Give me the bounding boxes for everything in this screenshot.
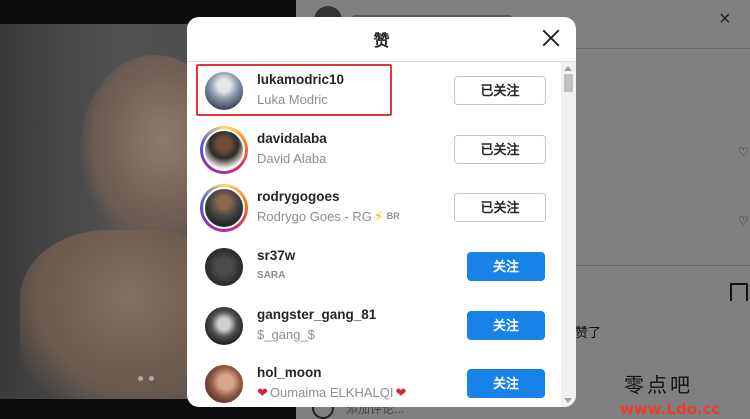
dialog-header: 赞 <box>187 17 576 62</box>
following-button[interactable]: 已关注 <box>454 193 546 222</box>
full-name: $_gang_$ <box>257 327 315 342</box>
list-item[interactable]: lukamodric10 Luka Modric 已关注 <box>187 62 561 120</box>
username[interactable]: lukamodric10 <box>257 71 344 88</box>
username[interactable]: davidalaba <box>257 130 327 147</box>
carousel-dots[interactable] <box>138 376 154 381</box>
full-name: Luka Modric <box>257 92 328 107</box>
likes-list[interactable]: lukamodric10 Luka Modric 已关注 davidalaba … <box>187 62 561 407</box>
list-item[interactable]: rodrygogoes Rodrygo Goes - RG ⚡ BR 已关注 <box>187 179 561 237</box>
follow-button[interactable]: 关注 <box>467 252 545 281</box>
more-options-icon[interactable]: × <box>719 8 731 31</box>
lightning-icon: ⚡ <box>373 208 384 224</box>
scroll-down-icon[interactable] <box>564 398 572 403</box>
full-name: Rodrygo Goes - RG ⚡ BR <box>257 208 400 224</box>
following-button[interactable]: 已关注 <box>454 135 546 164</box>
avatar[interactable] <box>200 360 248 407</box>
avatar[interactable] <box>200 184 248 232</box>
username[interactable]: gangster_gang_81 <box>257 306 376 323</box>
username[interactable]: hol_moon <box>257 364 406 381</box>
dialog-title: 赞 <box>373 33 390 50</box>
watermark-text: 零点吧 <box>624 373 693 397</box>
heart-icon: ❤ <box>395 385 407 400</box>
watermark: 零点吧 www.Ldo.cc <box>620 369 750 418</box>
list-item[interactable]: davidalaba David Alaba 已关注 <box>187 121 561 179</box>
avatar[interactable] <box>200 67 248 115</box>
full-name: David Alaba <box>257 151 327 166</box>
avatar[interactable] <box>200 243 248 291</box>
watermark-url: www.Ldo.cc <box>620 400 721 418</box>
follow-button[interactable]: 关注 <box>467 311 545 340</box>
list-item[interactable]: sr37w SARA 关注 <box>187 238 561 296</box>
scroll-thumb[interactable] <box>564 74 573 92</box>
username[interactable]: rodrygogoes <box>257 188 400 205</box>
follow-button[interactable]: 关注 <box>467 369 545 398</box>
full-name: SARA <box>257 270 286 281</box>
heart-icon[interactable]: ♡ <box>738 145 749 159</box>
avatar[interactable] <box>200 126 248 174</box>
full-name: ❤ Oumaima ELKHALQI ❤ <box>257 385 407 400</box>
list-item[interactable]: gangster_gang_81 $_gang_$ 关注 <box>187 297 561 355</box>
heart-icon: ❤ <box>257 385 268 400</box>
avatar[interactable] <box>200 302 248 350</box>
username[interactable]: sr37w <box>257 247 295 264</box>
scrollbar[interactable] <box>561 62 576 407</box>
liked-by-text: 赞了 <box>575 325 602 340</box>
heart-icon[interactable]: ♡ <box>738 214 749 228</box>
likes-dialog: 赞 lukamodric10 Luka Modric 已关注 davidalab… <box>187 17 576 407</box>
bookmark-icon[interactable] <box>730 283 748 301</box>
country-badge: BR <box>386 211 400 221</box>
scroll-up-icon[interactable] <box>564 66 572 71</box>
close-icon[interactable] <box>540 27 562 49</box>
list-item[interactable]: hol_moon ❤ Oumaima ELKHALQI ❤ 关注 <box>187 355 561 407</box>
following-button[interactable]: 已关注 <box>454 76 546 105</box>
